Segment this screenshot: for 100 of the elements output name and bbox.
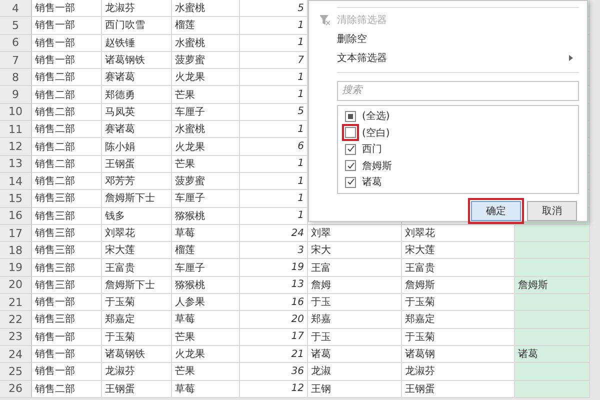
table-cell: 13 [240, 276, 308, 294]
table-cell: 龙淑芬 [402, 363, 515, 381]
table-cell: 销售二部 [32, 156, 102, 173]
table-cell: 猕猴桃 [172, 208, 240, 225]
checkbox[interactable] [345, 127, 356, 138]
table-cell: 刘翠花 [102, 224, 172, 242]
table-cell: 3 [240, 242, 308, 260]
checkbox[interactable] [345, 144, 356, 155]
table-cell: 芒果 [172, 328, 240, 346]
table-cell: 车厘子 [172, 259, 240, 277]
table-cell: 王富 [308, 259, 402, 277]
table-cell: 王钢蛋 [402, 380, 515, 398]
table-cell: 1 [240, 69, 308, 86]
row-number: 23 [0, 328, 32, 346]
table-cell: 于玉 [308, 328, 402, 346]
table-cell: 销售一部 [32, 52, 102, 70]
table-cell: 芒果 [172, 86, 240, 104]
table-cell: 王钢蛋 [102, 156, 172, 173]
table-cell: 马凤英 [102, 104, 172, 122]
table-cell: 销售二部 [32, 138, 102, 156]
row-number: 26 [0, 380, 32, 398]
table-cell: 5 [240, 104, 308, 122]
table-cell: 诸葛 [515, 346, 590, 364]
table-cell: 于玉菊 [402, 294, 515, 312]
table-cell: 销售三部 [32, 259, 102, 277]
row-number: 15 [0, 190, 32, 208]
table-cell: 销售二部 [32, 104, 102, 122]
row-number: 24 [0, 346, 32, 364]
table-cell: 赛诸葛 [102, 121, 172, 138]
table-cell: 7 [240, 52, 308, 70]
row-number: 4 [0, 0, 32, 18]
table-cell: 陈小娟 [102, 138, 172, 156]
option-label: 西门 [362, 142, 382, 156]
table-cell: 销售三部 [32, 208, 102, 225]
table-cell: 销售一部 [32, 363, 102, 381]
table-cell: 1 [240, 208, 308, 225]
row-number: 25 [0, 363, 32, 381]
table-cell: 郑嘉定 [102, 311, 172, 329]
row-number: 18 [0, 242, 32, 260]
table-cell: 赵铁锤 [102, 34, 172, 52]
table-cell: 诸葛钢铁 [102, 52, 172, 70]
search-field[interactable]: 搜索 [337, 81, 579, 100]
table-cell: 销售三部 [32, 190, 102, 208]
table-cell: 水蜜桃 [172, 34, 240, 52]
table-cell: 1 [240, 172, 308, 190]
table-cell: 车厘子 [172, 104, 240, 122]
table-cell: 榴莲 [172, 242, 240, 260]
table-cell: 宋大莲 [102, 242, 172, 260]
row-number: 13 [0, 156, 32, 173]
table-cell: 草莓 [172, 380, 240, 398]
table-cell: 詹姆斯下士 [102, 276, 172, 294]
table-cell: 诸葛 [308, 346, 402, 364]
option-label: (全选) [362, 110, 390, 124]
table-cell: 龙淑 [308, 363, 402, 381]
table-cell: 销售一部 [32, 328, 102, 346]
table-cell: 王富贵 [402, 259, 515, 277]
table-cell: 于玉菊 [102, 328, 172, 346]
table-cell: 龙淑芬 [102, 0, 172, 18]
table-cell: 郑嘉 [308, 311, 402, 329]
table-cell: 王钢蛋 [102, 380, 172, 398]
table-cell: 20 [240, 311, 308, 329]
table-cell: 销售一部 [32, 17, 102, 35]
table-cell: 芒果 [172, 363, 240, 381]
table-cell: 钱多 [102, 208, 172, 225]
table-cell: 于玉 [308, 294, 402, 312]
table-cell: 王钢 [308, 380, 402, 398]
row-number: 8 [0, 69, 32, 86]
row-number: 5 [0, 17, 32, 35]
row-number: 16 [0, 208, 32, 225]
table-cell: 刘翠花 [402, 224, 515, 242]
table-cell: 销售三部 [32, 242, 102, 260]
table-cell: 1 [240, 190, 308, 208]
row-number: 9 [0, 86, 32, 104]
table-cell: 王富贵 [102, 259, 172, 277]
checkbox[interactable] [345, 160, 356, 172]
table-cell: 宋大莲 [402, 242, 515, 260]
checkbox[interactable] [345, 110, 356, 122]
table-cell: 詹姆 [308, 276, 402, 294]
table-cell: 销售三部 [32, 224, 102, 242]
table-cell: 销售三部 [32, 276, 102, 294]
ok-button[interactable]: 确定 [471, 201, 521, 221]
table-cell: 詹姆斯下士 [102, 190, 172, 208]
table-cell: 赛诸葛 [102, 69, 172, 86]
table-cell: 销售二部 [32, 121, 102, 138]
table-cell: 6 [240, 138, 308, 156]
table-cell: 17 [240, 328, 308, 346]
funnel-icon [320, 14, 330, 25]
table-cell: 12 [240, 380, 308, 398]
checkbox[interactable] [345, 176, 356, 188]
table-cell: 36 [240, 363, 308, 381]
table-cell: 销售二部 [32, 380, 102, 398]
table-cell: 水蜜桃 [172, 121, 240, 138]
row-number: 21 [0, 294, 32, 312]
menu-item[interactable]: 删除空 [317, 29, 579, 49]
cancel-button[interactable]: 取消 [527, 201, 577, 221]
table-cell: 销售二部 [32, 69, 102, 86]
table-cell: 水蜜桃 [172, 0, 240, 18]
table-cell: 销售一部 [32, 0, 102, 18]
menu-item[interactable]: 文本筛选器 [317, 48, 579, 68]
table-cell: 19 [240, 259, 308, 277]
